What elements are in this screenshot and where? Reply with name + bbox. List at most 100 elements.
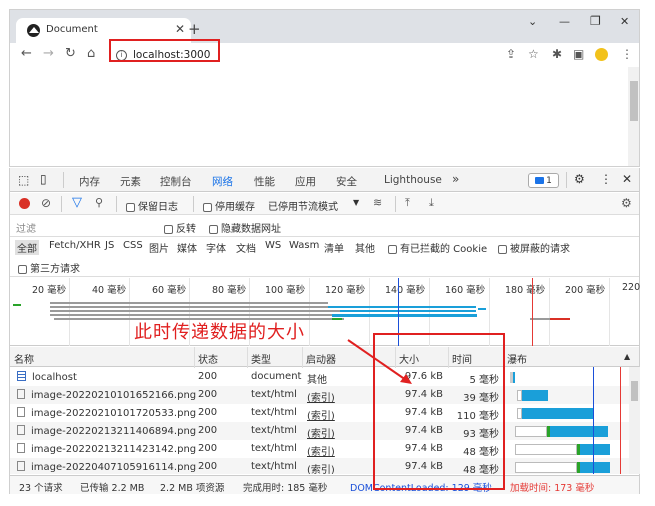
disable-cache-checkbox[interactable]: 停用缓存 — [203, 198, 255, 213]
filter-funnel-icon[interactable]: ▽ — [72, 195, 82, 210]
extensions-icon[interactable]: ✱ — [552, 47, 562, 61]
throttling-select[interactable]: 已停用节流模式 — [268, 198, 338, 213]
settings-gear-icon[interactable]: ⚙ — [574, 172, 585, 186]
timeline-tick: 220 — [622, 282, 641, 293]
type-font[interactable]: 字体 — [206, 240, 226, 255]
request-initiator[interactable]: (索引) — [307, 425, 335, 440]
table-row[interactable]: image-20220210101720533.png 200 text/htm… — [10, 404, 630, 422]
table-row[interactable]: image-20220213211423142.png 200 text/htm… — [10, 440, 630, 458]
overview-bar — [332, 314, 477, 317]
device-toolbar-icon[interactable]: ▯ — [40, 172, 47, 186]
page-favicon-icon — [27, 24, 40, 37]
chevron-down-icon[interactable]: ▼ — [353, 198, 359, 207]
devtools-menu-icon[interactable]: ⋮ — [600, 172, 612, 186]
load-marker-line — [532, 278, 533, 346]
clear-icon[interactable]: ⊘ — [41, 196, 51, 210]
type-manifest[interactable]: 清单 — [324, 240, 344, 255]
tab-search-icon[interactable]: ⌄ — [528, 15, 537, 28]
type-css[interactable]: CSS — [123, 240, 143, 251]
request-type: document — [251, 371, 302, 382]
type-ws[interactable]: WS — [265, 240, 281, 251]
type-media[interactable]: 媒体 — [177, 240, 197, 255]
issues-button[interactable]: 1 — [528, 173, 559, 188]
tab-memory[interactable]: 内存 — [79, 174, 100, 189]
request-initiator[interactable]: (索引) — [307, 461, 335, 474]
profile-avatar-icon[interactable] — [595, 48, 608, 61]
search-icon[interactable]: ⚲ — [95, 196, 103, 209]
tab-console[interactable]: 控制台 — [160, 174, 192, 189]
bookmark-star-icon[interactable]: ☆ — [528, 47, 539, 61]
timeline-tick: 20 毫秒 — [32, 285, 67, 296]
blocked-requests-checkbox[interactable]: 被屏蔽的请求 — [498, 240, 570, 255]
hide-data-urls-checkbox[interactable]: 隐藏数据网址 — [209, 220, 281, 235]
overview-bar — [478, 308, 486, 310]
type-wasm[interactable]: Wasm — [289, 240, 319, 251]
table-scrollbar-thumb[interactable] — [631, 381, 638, 401]
type-other[interactable]: 其他 — [355, 240, 375, 255]
share-icon[interactable]: ⇪ — [506, 47, 516, 61]
network-settings-icon[interactable]: ⚙ — [621, 196, 632, 210]
blocked-cookies-checkbox[interactable]: 有已拦截的 Cookie — [388, 240, 487, 255]
tab-elements[interactable]: 元素 — [120, 174, 141, 189]
record-icon[interactable] — [19, 198, 30, 209]
issues-flag-icon — [535, 177, 545, 184]
filter-input[interactable]: 过滤 — [16, 220, 36, 235]
table-row[interactable]: image-20220213211406894.png 200 text/htm… — [10, 422, 630, 440]
minimize-icon[interactable]: — — [559, 15, 570, 28]
preserve-log-checkbox[interactable]: 保留日志 — [126, 198, 178, 213]
close-window-icon[interactable]: ✕ — [620, 15, 629, 28]
back-icon[interactable]: ← — [21, 46, 32, 61]
overview-bar — [50, 306, 340, 308]
waterfall-bar — [580, 444, 610, 455]
disable-cache-label: 停用缓存 — [215, 202, 255, 213]
type-fetch-xhr[interactable]: Fetch/XHR — [49, 240, 101, 251]
new-tab-icon[interactable]: + — [188, 20, 201, 38]
menu-kebab-icon[interactable]: ⋮ — [621, 47, 633, 61]
column-waterfall[interactable]: 瀑布 — [507, 351, 527, 366]
type-doc[interactable]: 文档 — [236, 240, 256, 255]
maximize-icon[interactable]: ❐ — [590, 14, 601, 28]
request-status: 200 — [198, 425, 218, 436]
waterfall-bar — [580, 462, 610, 473]
network-conditions-icon[interactable]: ≋ — [373, 196, 382, 209]
tab-lighthouse[interactable]: Lighthouse — [384, 174, 442, 186]
request-initiator[interactable]: (索引) — [307, 443, 335, 458]
tab-performance[interactable]: 性能 — [254, 174, 275, 189]
sort-up-icon[interactable]: ▲ — [624, 352, 630, 361]
type-img[interactable]: 图片 — [149, 240, 169, 255]
waterfall-bar — [515, 426, 547, 437]
column-type[interactable]: 类型 — [251, 351, 271, 366]
import-har-icon[interactable]: ⤒ — [405, 196, 410, 210]
column-status[interactable]: 状态 — [198, 351, 218, 366]
type-all[interactable]: 全部 — [15, 240, 39, 255]
more-tabs-icon[interactable]: » — [452, 172, 459, 186]
column-name[interactable]: 名称 — [14, 351, 34, 366]
inspect-element-icon[interactable]: ⬚ — [18, 173, 29, 187]
type-js[interactable]: JS — [105, 240, 114, 251]
close-devtools-icon[interactable]: ✕ — [622, 172, 632, 186]
third-party-checkbox[interactable]: 第三方请求 — [18, 260, 80, 275]
invert-checkbox[interactable]: 反转 — [164, 220, 196, 235]
page-scrollbar[interactable] — [628, 67, 639, 166]
home-icon[interactable]: ⌂ — [87, 46, 95, 61]
reload-icon[interactable]: ↻ — [65, 46, 76, 61]
tab-network[interactable]: 网络 — [210, 174, 235, 197]
third-party-bar: 第三方请求 — [10, 257, 639, 277]
tab-security[interactable]: 安全 — [336, 174, 357, 189]
forward-icon[interactable]: → — [43, 46, 54, 61]
page-scrollbar-thumb[interactable] — [630, 81, 638, 121]
waterfall-bar — [550, 426, 608, 437]
request-initiator[interactable]: (索引) — [307, 407, 335, 422]
timeline-tick: 80 毫秒 — [212, 285, 247, 296]
table-row[interactable]: image-20220407105916114.png 200 text/htm… — [10, 458, 630, 474]
request-initiator[interactable]: (索引) — [307, 389, 335, 404]
devtools-tabbar: ⬚ ▯ 内存 元素 控制台 网络 性能 应用 安全 Lighthouse » 1… — [10, 168, 639, 197]
load-marker-line — [620, 367, 621, 474]
tab-application[interactable]: 应用 — [295, 174, 316, 189]
annotation-arrow-icon — [347, 339, 412, 384]
issues-count: 1 — [546, 175, 552, 186]
close-tab-icon[interactable]: ✕ — [175, 22, 185, 36]
table-scrollbar[interactable] — [629, 367, 640, 474]
export-har-icon[interactable]: ⤓ — [429, 196, 434, 210]
side-panel-icon[interactable]: ▣ — [573, 47, 584, 61]
